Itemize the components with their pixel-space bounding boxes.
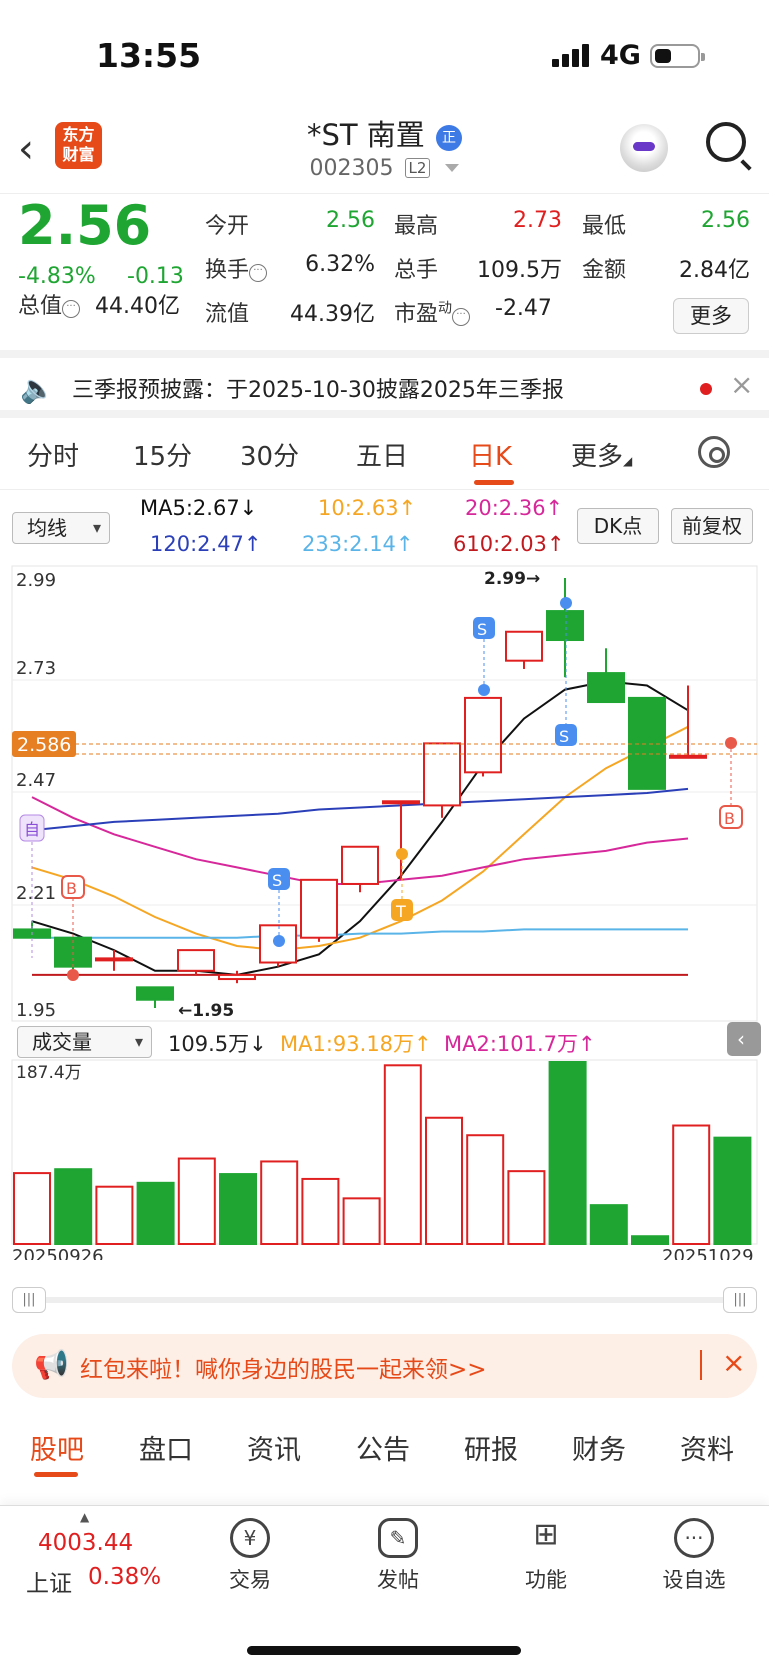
volume-bar (425, 1116, 463, 1245)
slider-handle-right[interactable]: ||| (723, 1287, 757, 1313)
s-marker-text: S (272, 871, 282, 890)
tab-profile[interactable]: 资料 (680, 1428, 734, 1467)
slider-track (12, 1297, 757, 1303)
dock-functions[interactable]: ⊞ 功能 (501, 1518, 591, 1594)
dock-label: 功能 (525, 1568, 567, 1592)
b-marker-text: B (724, 809, 735, 828)
candle (628, 696, 666, 790)
dock-label: 设自选 (662, 1568, 726, 1592)
volume-bar (219, 1173, 257, 1245)
volume-legend-bar: 成交量 109.5万↓ MA1:93.18万↑ MA2:101.7万↑ (0, 1026, 769, 1060)
bottom-dock: ▲ 4003.44 上证 0.38% ¥ 交易 ✎ 发帖 ⊞ 功能 ··· 设自… (0, 1505, 769, 1665)
tab-news[interactable]: 资讯 (247, 1428, 301, 1467)
tab-finance[interactable]: 财务 (572, 1428, 626, 1467)
start-date-label: 20250926 (12, 1246, 104, 1260)
edit-icon: ✎ (378, 1518, 418, 1558)
volume-ma2: MA2:101.7万↑ (444, 1032, 596, 1056)
candle (95, 957, 133, 962)
axis-label-2: 2.47 (16, 770, 56, 791)
candle (218, 973, 256, 981)
candle (546, 610, 584, 642)
ma233-line (32, 928, 688, 939)
content-tabs: 股吧 盘口 资讯 公告 研报 财务 资料 (0, 1410, 769, 1480)
volume-bar (713, 1136, 752, 1245)
candle (136, 986, 174, 1001)
index-percent: 0.38% (88, 1564, 162, 1590)
volume-ma1: MA1:93.18万↑ (280, 1032, 432, 1056)
grid-icon: ⊞ (533, 1517, 559, 1552)
candle (341, 845, 379, 885)
current-price-tag-text: 2.586 (17, 734, 71, 756)
dock-trade[interactable]: ¥ 交易 (205, 1518, 295, 1594)
tab-announcements[interactable]: 公告 (356, 1428, 410, 1467)
tab-pankou[interactable]: 盘口 (139, 1428, 193, 1467)
dock-post[interactable]: ✎ 发帖 (353, 1518, 443, 1594)
dock-add-watchlist[interactable]: ··· 设自选 (649, 1518, 739, 1594)
low-marker-label: ←1.95 (178, 1001, 234, 1021)
volume-max-label: 187.4万 (16, 1063, 82, 1083)
dock-label: 发帖 (377, 1568, 419, 1592)
volume-indicator-select[interactable]: 成交量 (17, 1026, 152, 1058)
divider (700, 1350, 702, 1380)
caret-up-icon: ▲ (80, 1510, 90, 1524)
candle (382, 800, 420, 805)
candle (669, 754, 707, 759)
tab-guba[interactable]: 股吧 (30, 1428, 84, 1467)
index-name: 上证 (26, 1571, 72, 1597)
volume-value: 109.5万↓ (168, 1032, 267, 1056)
candle (423, 742, 461, 807)
volume-bar (507, 1170, 546, 1245)
candle (464, 696, 502, 774)
candle (505, 630, 543, 662)
tab-research[interactable]: 研报 (464, 1428, 518, 1467)
volume-bar (383, 1064, 422, 1245)
more-dots-icon: ··· (674, 1518, 714, 1558)
s-marker-text: S (477, 620, 487, 639)
ma5-line (31, 680, 689, 976)
candle (300, 878, 338, 939)
megaphone-icon: 📢 (34, 1348, 69, 1381)
promo-text: 红包来啦！喊你身边的股民一起来领>> (80, 1357, 487, 1383)
zi-marker-text: 自 (24, 820, 40, 839)
close-icon[interactable]: × (722, 1346, 745, 1379)
volume-bar (631, 1235, 669, 1245)
promo-banner[interactable]: 📢 红包来啦！喊你身边的股民一起来领>> × (12, 1334, 757, 1398)
t-marker-text: T (395, 902, 406, 921)
volume-bar (13, 1172, 51, 1245)
volume-bar (589, 1204, 628, 1245)
candle (177, 949, 215, 972)
volume-bar (548, 1061, 587, 1245)
candle (587, 672, 625, 704)
kline-chart[interactable]: 2.99 2.73 2.47 2.21 1.95 2.586 2.99→ ←1.… (0, 0, 769, 1260)
volume-bar (95, 1185, 134, 1245)
volume-bar (136, 1181, 175, 1245)
ma120-line (31, 787, 689, 832)
high-marker-label: 2.99→ (484, 569, 540, 589)
slider-handle-left[interactable]: ||| (12, 1287, 46, 1313)
volume-bar (342, 1197, 381, 1246)
volume-bar (466, 1134, 505, 1245)
axis-label-top: 2.99 (16, 570, 56, 591)
volume-bar (54, 1168, 93, 1245)
axis-label-1: 2.73 (16, 658, 56, 679)
volume-bar (177, 1157, 216, 1246)
s-marker-text: S (559, 727, 569, 746)
home-indicator (247, 1646, 521, 1655)
axis-label-3: 2.21 (16, 883, 56, 904)
index-value[interactable]: 4003.44 (38, 1530, 133, 1556)
active-tab-indicator (34, 1472, 78, 1477)
axis-label-bottom: 1.95 (16, 1000, 56, 1021)
yen-icon: ¥ (230, 1518, 270, 1558)
volume-bar (301, 1177, 340, 1246)
volume-bar (672, 1124, 711, 1246)
b-marker-text: B (66, 879, 77, 898)
dock-label: 交易 (229, 1568, 271, 1592)
range-slider[interactable]: ||| ||| (12, 1287, 757, 1313)
volume-bar (260, 1160, 299, 1246)
end-date-label: 20251029 (662, 1246, 754, 1260)
